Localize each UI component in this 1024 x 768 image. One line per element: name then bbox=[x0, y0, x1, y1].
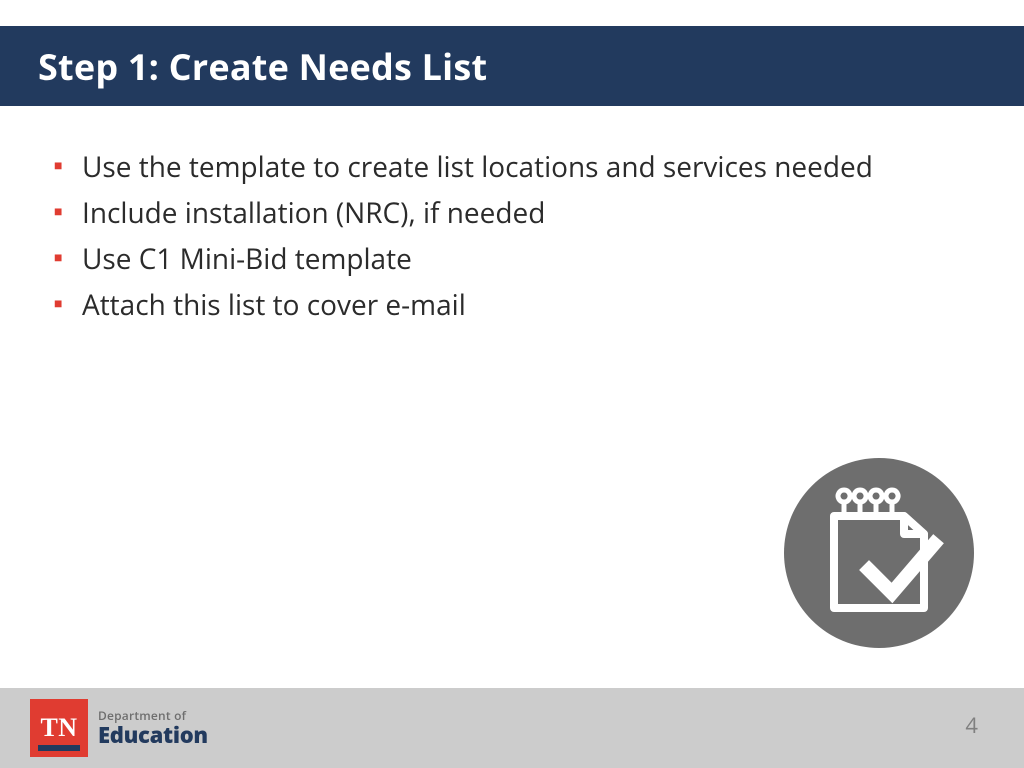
list-item: Include installation (NRC), if needed bbox=[54, 194, 964, 232]
title-bar: Step 1: Create Needs List bbox=[0, 26, 1024, 106]
footer-bar: TN Department of Education 4 bbox=[0, 688, 1024, 768]
list-item: Use the template to create list location… bbox=[54, 148, 964, 186]
list-item: Attach this list to cover e-mail bbox=[54, 286, 964, 324]
checklist-icon bbox=[784, 458, 974, 648]
list-item: Use C1 Mini-Bid template bbox=[54, 240, 964, 278]
tn-underline bbox=[38, 745, 80, 751]
slide-body: Use the template to create list location… bbox=[54, 148, 964, 332]
bullet-list: Use the template to create list location… bbox=[54, 148, 964, 324]
tn-logo: TN bbox=[30, 699, 88, 757]
slide: Step 1: Create Needs List Use the templa… bbox=[0, 0, 1024, 768]
dept-big: Education bbox=[98, 724, 208, 746]
slide-title: Step 1: Create Needs List bbox=[38, 42, 487, 91]
tn-text: TN bbox=[40, 715, 77, 741]
department-label: Department of Education bbox=[98, 710, 208, 746]
page-number: 4 bbox=[965, 710, 978, 740]
